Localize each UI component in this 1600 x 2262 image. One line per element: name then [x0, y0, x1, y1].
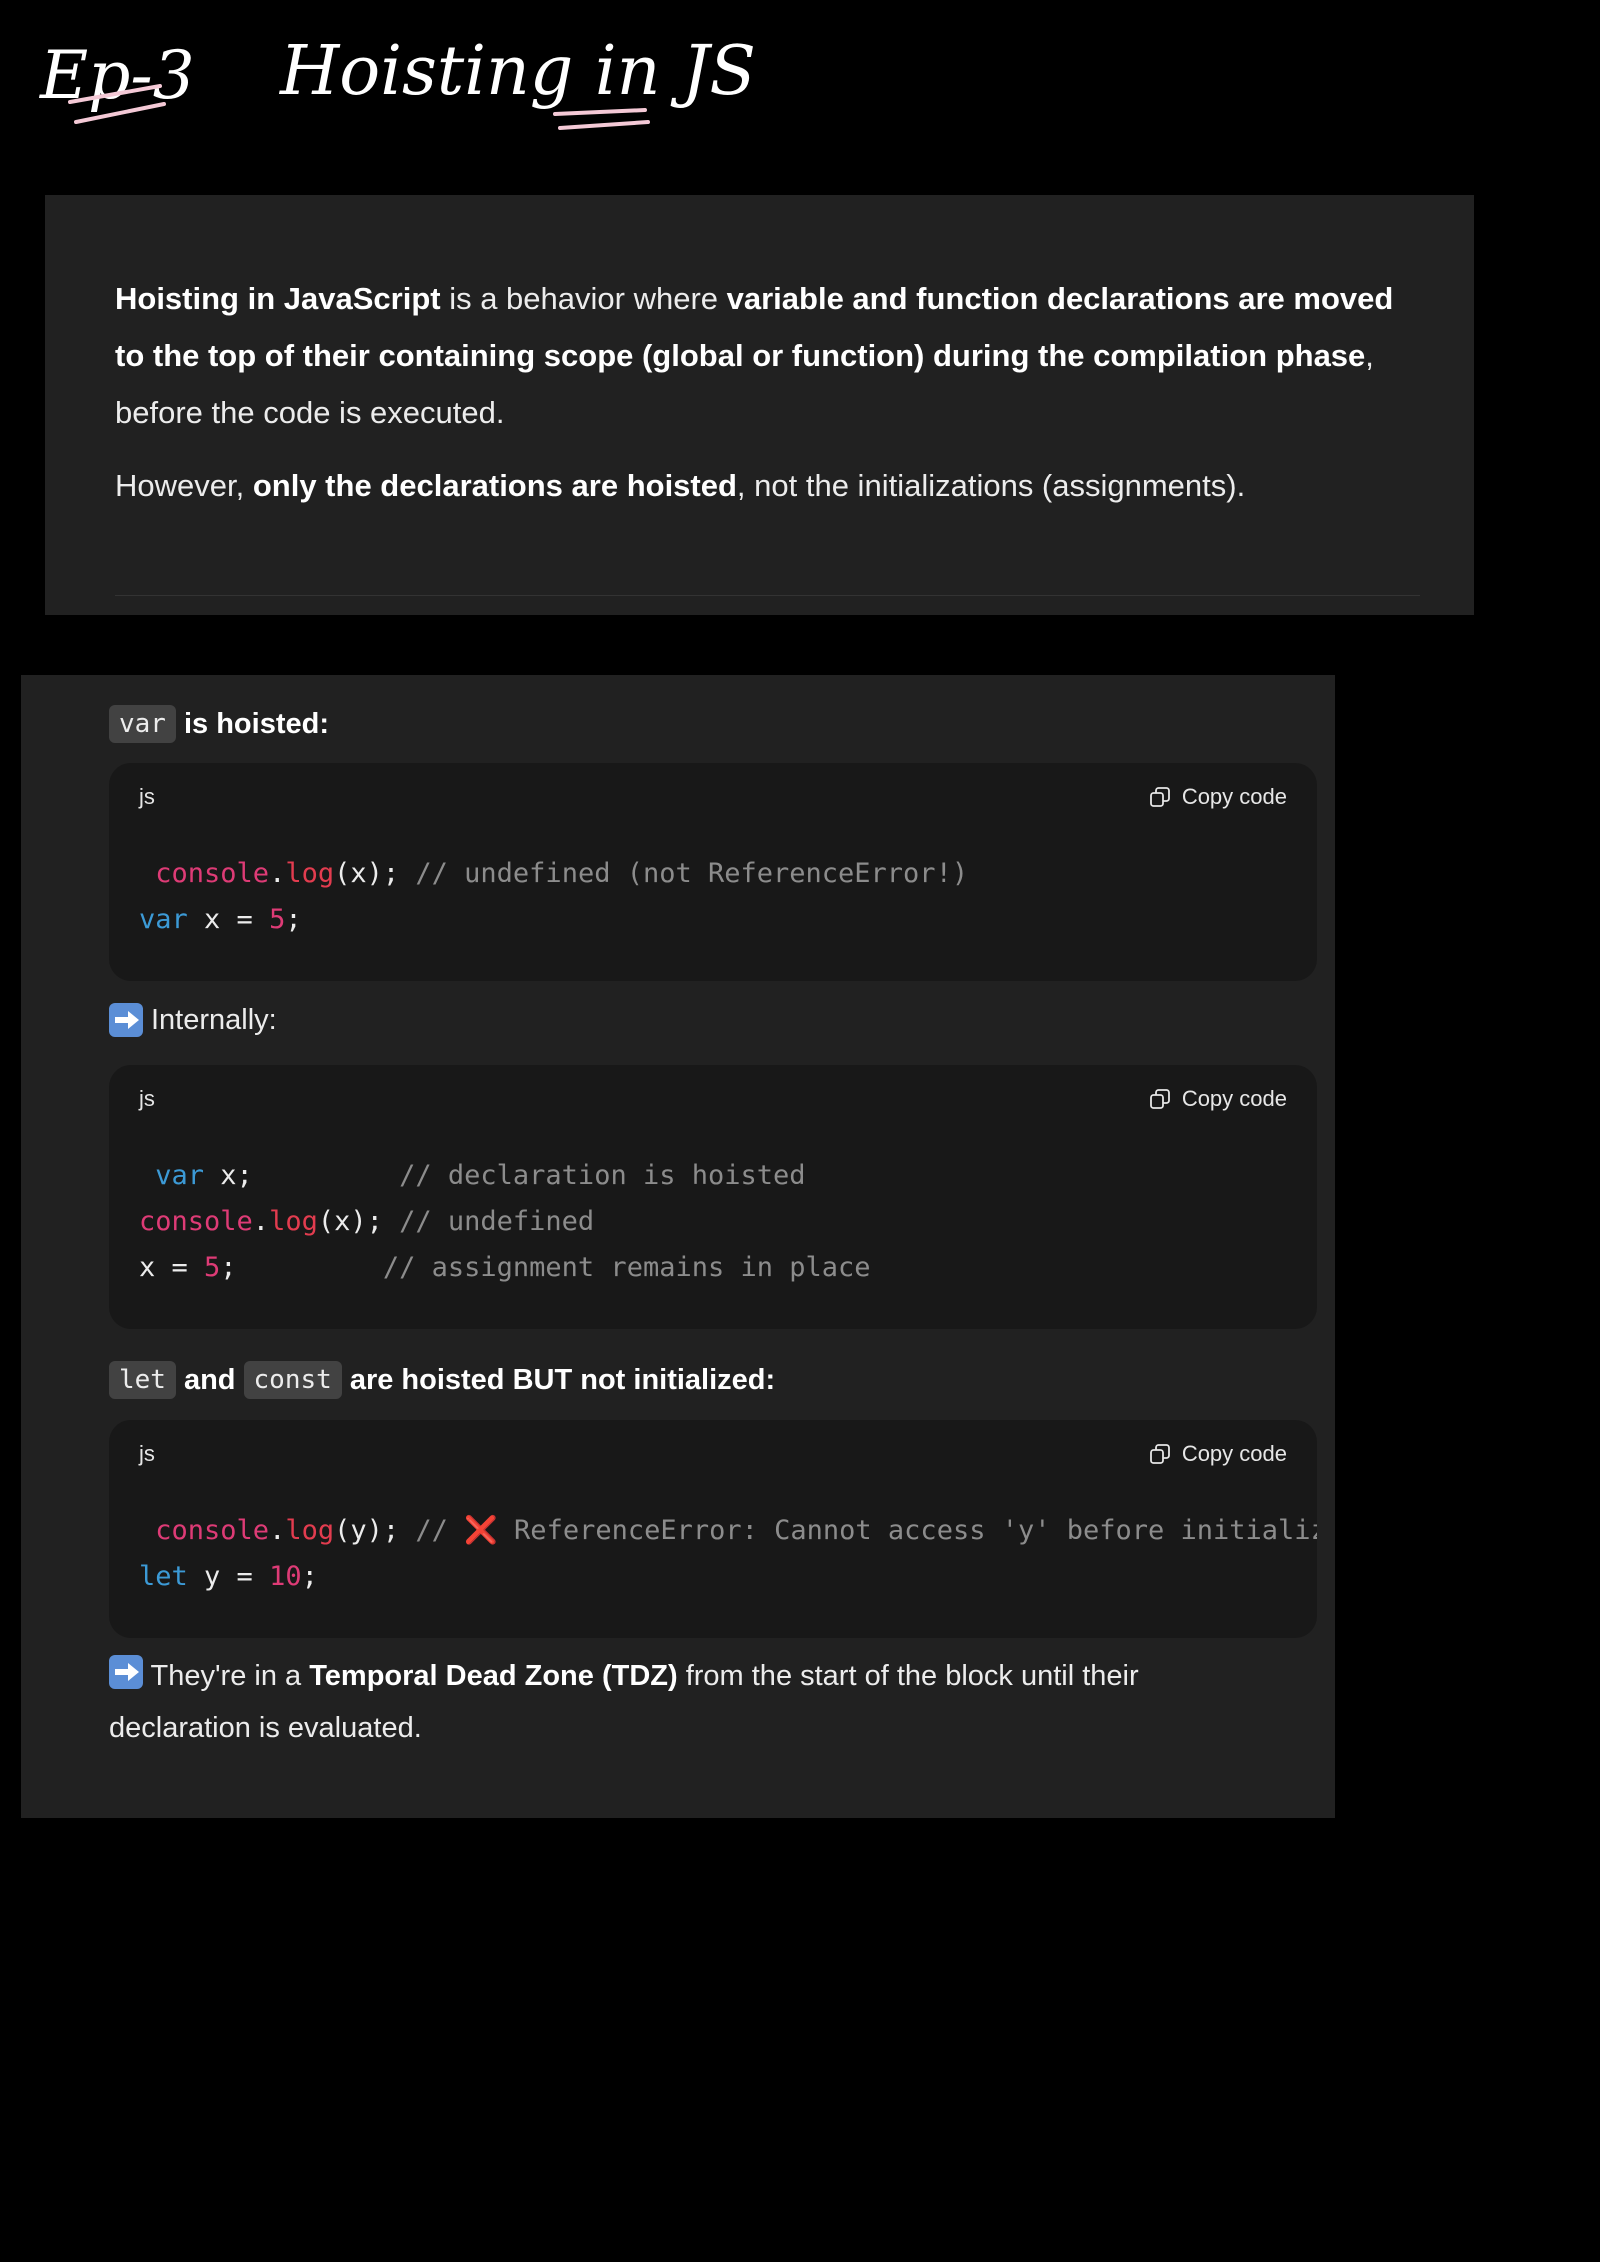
- code-token: ;: [285, 904, 302, 935]
- copy-icon: [1149, 1444, 1170, 1464]
- code-keyword: let: [139, 1561, 188, 1592]
- inline-code-var: var: [109, 705, 176, 743]
- internally-text: Internally:: [151, 1003, 277, 1036]
- code-token: (x);: [317, 1206, 400, 1237]
- code-language-label: js: [139, 1441, 155, 1466]
- intro-panel: Hoisting in JavaScript is a behavior whe…: [45, 195, 1474, 615]
- code-content: var x; // declaration is hoisted console.…: [109, 1133, 1317, 1319]
- code-comment: // undefined: [399, 1206, 595, 1237]
- code-block-3: js Copy code console.log(y); // ❌ Refere…: [109, 1420, 1317, 1638]
- code-token: y =: [187, 1561, 270, 1592]
- copy-code-label: Copy code: [1181, 1086, 1287, 1111]
- code-number: 5: [204, 1252, 221, 1283]
- intro-text-1: is a behavior where: [440, 281, 727, 316]
- heading-and-text: and: [183, 1363, 236, 1396]
- code-block-header: js Copy code: [109, 1420, 1317, 1488]
- tdz-paragraph: They're in a Temporal Dead Zone (TDZ) fr…: [109, 1650, 1259, 1754]
- code-line: console.log(y); // ❌ ReferenceError: Can…: [139, 1508, 1317, 1554]
- copy-icon: [1149, 1089, 1170, 1109]
- code-comment: // assignment remains in place: [382, 1252, 871, 1283]
- code-line: x = 5; // assignment remains in place: [139, 1245, 1285, 1291]
- code-comment: ReferenceError: Cannot access 'y' before…: [497, 1515, 1317, 1546]
- intro-p2-text-2: , not the initializations (assignments).: [736, 468, 1246, 503]
- intro-p2-text-1: However,: [115, 468, 253, 503]
- arrow-right-icon: [109, 1655, 143, 1689]
- code-token: log: [285, 858, 335, 889]
- intro-paragraph-2: However, only the declarations are hoist…: [115, 457, 1425, 514]
- cross-mark-icon: ❌: [464, 1515, 498, 1546]
- code-keyword: var: [139, 904, 188, 935]
- tdz-text-1: They're in a: [150, 1660, 310, 1692]
- code-token: console: [155, 858, 270, 889]
- var-heading-text: is hoisted:: [183, 707, 329, 740]
- handwritten-title: Hoisting in JS: [278, 32, 756, 111]
- handwritten-header: Ep-3 Hoisting in JS: [39, 32, 756, 130]
- tdz-bold-term: Temporal Dead Zone (TDZ): [309, 1660, 678, 1692]
- code-token: console: [155, 1515, 270, 1546]
- episode-label: Ep-3: [39, 37, 195, 114]
- code-block-2: js Copy code var x; // declaration is ho…: [109, 1065, 1317, 1329]
- code-line: var x; // declaration is hoisted: [139, 1153, 1285, 1199]
- code-token: x =: [187, 904, 270, 935]
- code-line: var x = 5;: [139, 897, 1285, 943]
- intro-paragraph-1: Hoisting in JavaScript is a behavior whe…: [115, 270, 1425, 441]
- intro-p2-bold: only the declarations are hoisted: [252, 468, 737, 503]
- let-const-heading: let and const are hoisted BUT not initia…: [109, 1361, 775, 1399]
- copy-code-label: Copy code: [1181, 1441, 1287, 1466]
- code-comment: //: [415, 1515, 465, 1546]
- code-number: 5: [269, 904, 286, 935]
- code-language-label: js: [139, 784, 155, 809]
- code-token: ;: [301, 1561, 318, 1592]
- code-language-label: js: [139, 1086, 155, 1111]
- code-content: console.log(y); // ❌ ReferenceError: Can…: [109, 1488, 1317, 1628]
- copy-code-button[interactable]: Copy code: [1148, 784, 1287, 810]
- code-line: let y = 10;: [139, 1554, 1285, 1600]
- code-number: 10: [269, 1561, 302, 1592]
- copy-code-label: Copy code: [1181, 784, 1287, 809]
- title-underline-2: [558, 120, 650, 130]
- code-content: console.log(x); // undefined (not Refere…: [109, 831, 1317, 971]
- divider: [115, 595, 1420, 596]
- code-block-1: js Copy code console.log(x); // undefine…: [109, 763, 1317, 981]
- code-block-header: js Copy code: [109, 1065, 1317, 1133]
- code-keyword: var: [155, 1160, 205, 1191]
- code-comment: // declaration is hoisted: [399, 1160, 806, 1191]
- code-token: (x);: [334, 858, 416, 889]
- arrow-right-icon: [109, 1003, 143, 1037]
- var-heading: var is hoisted:: [109, 705, 329, 743]
- code-token: x =: [139, 1252, 205, 1283]
- intro-bold-term: Hoisting in JavaScript: [115, 281, 441, 316]
- code-token: .: [252, 1206, 270, 1237]
- code-token: x;: [204, 1160, 400, 1191]
- code-comment: // undefined (not ReferenceError!): [415, 858, 969, 889]
- let-const-heading-text: are hoisted BUT not initialized:: [349, 1363, 776, 1396]
- internally-line: Internally:: [109, 1003, 277, 1037]
- code-block-header: js Copy code: [109, 763, 1317, 831]
- inline-code-let: let: [109, 1361, 176, 1399]
- copy-code-button[interactable]: Copy code: [1148, 1441, 1287, 1467]
- code-token: .: [269, 1515, 286, 1546]
- copy-code-button[interactable]: Copy code: [1148, 1086, 1287, 1112]
- inline-code-const: const: [243, 1361, 342, 1399]
- code-token: log: [285, 1515, 335, 1546]
- content-panel: var is hoisted: js Copy code console.log…: [21, 675, 1335, 1818]
- code-token: console: [139, 1206, 253, 1237]
- code-token: (y);: [334, 1515, 416, 1546]
- code-token: .: [269, 858, 286, 889]
- code-line: console.log(x); // undefined (not Refere…: [139, 851, 1285, 897]
- code-token: ;: [220, 1252, 383, 1283]
- code-line: console.log(x); // undefined: [139, 1199, 1285, 1245]
- copy-icon: [1149, 787, 1170, 807]
- code-token: log: [269, 1206, 318, 1237]
